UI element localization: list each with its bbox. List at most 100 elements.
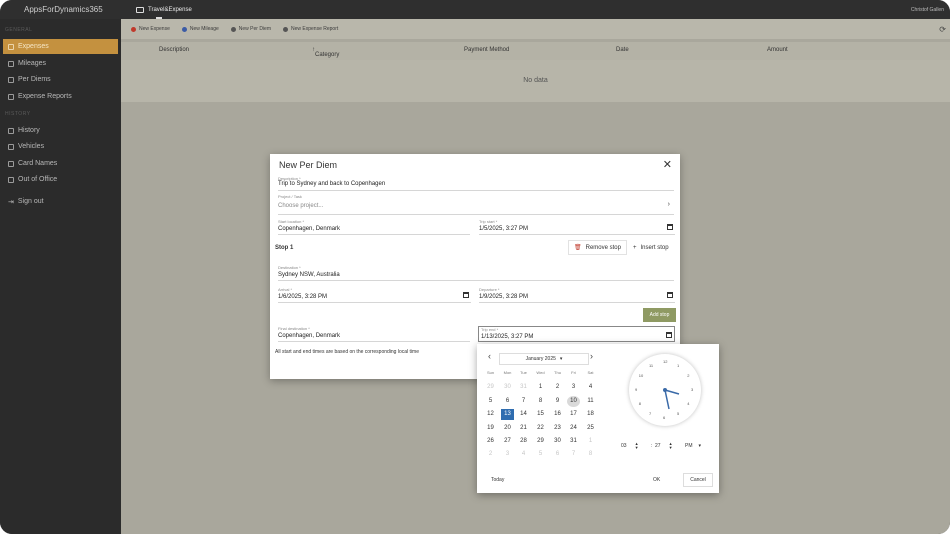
calendar-day[interactable]: 28 <box>517 436 530 447</box>
calendar-day[interactable]: 6 <box>551 449 564 460</box>
calendar-day[interactable]: 2 <box>484 449 497 460</box>
calendar-day[interactable]: 17 <box>567 409 580 420</box>
clock-hour-label[interactable]: 5 <box>677 411 679 416</box>
calendar-day[interactable]: 10 <box>567 396 580 407</box>
calendar-day[interactable]: 18 <box>584 409 597 420</box>
calendar-day[interactable]: 5 <box>484 396 497 407</box>
description-field[interactable]: Description * Trip to Sydney and back to… <box>278 176 674 191</box>
calendar-day[interactable]: 6 <box>501 396 514 407</box>
calendar-day[interactable]: 31 <box>517 382 530 393</box>
calendar-icon[interactable] <box>667 224 673 230</box>
trip-end-field[interactable]: Trip end * 1/13/2025, 3:27 PM <box>478 326 675 342</box>
stepper-arrows-icon[interactable]: ▲ ▼ <box>669 442 673 450</box>
calendar-day[interactable]: 24 <box>567 423 580 434</box>
new-expense-report-button[interactable]: New Expense Report <box>283 26 338 32</box>
clock-hour-label[interactable]: 8 <box>639 401 641 406</box>
cancel-button[interactable]: Cancel <box>683 473 713 487</box>
sidebar-item-history[interactable]: History <box>3 123 118 138</box>
remove-stop-button[interactable]: 🗑 Remove stop <box>568 240 627 255</box>
column-amount[interactable]: Amount <box>767 47 788 53</box>
sidebar-item-mileages[interactable]: Mileages <box>3 56 118 71</box>
calendar-day[interactable]: 29 <box>484 382 497 393</box>
close-icon[interactable]: ✕ <box>663 158 672 171</box>
calendar-day[interactable]: 27 <box>501 436 514 447</box>
sidebar-item-card-names[interactable]: Card Names <box>3 156 118 171</box>
calendar-day[interactable]: 1 <box>584 436 597 447</box>
calendar-day[interactable]: 8 <box>584 449 597 460</box>
calendar-day[interactable]: 3 <box>501 449 514 460</box>
add-stop-button[interactable]: Add stop <box>643 308 676 322</box>
calendar-day[interactable]: 30 <box>501 382 514 393</box>
clock-hour-label[interactable]: 6 <box>663 415 665 420</box>
clock-hour-label[interactable]: 1 <box>677 363 679 368</box>
calendar-day[interactable]: 9 <box>551 396 564 407</box>
hour-stepper[interactable]: 03 ▲ ▼ <box>621 439 639 453</box>
departure-field[interactable]: Departure * 1/9/2025, 3:28 PM <box>479 287 675 303</box>
calendar-day[interactable]: 1 <box>534 382 547 393</box>
calendar-day[interactable]: 11 <box>584 396 597 407</box>
calendar-day[interactable]: 4 <box>517 449 530 460</box>
calendar-day[interactable]: 4 <box>584 382 597 393</box>
column-payment-method[interactable]: Payment Method <box>464 47 509 53</box>
calendar-icon[interactable] <box>667 292 673 298</box>
calendar-day[interactable]: 25 <box>584 423 597 434</box>
calendar-day[interactable]: 26 <box>484 436 497 447</box>
tab-travel-expense[interactable]: Travel&Expense <box>136 4 192 16</box>
sidebar-item-out-of-office[interactable]: Out of Office <box>3 172 118 187</box>
final-destination-field[interactable]: Final destination * Copenhagen, Denmark <box>278 326 470 342</box>
calendar-day[interactable]: 29 <box>534 436 547 447</box>
clock-hour-label[interactable]: 9 <box>635 387 637 392</box>
calendar-day[interactable]: 7 <box>517 396 530 407</box>
month-select[interactable]: January 2025 ▾ <box>499 353 589 365</box>
calendar-day[interactable]: 31 <box>567 436 580 447</box>
calendar-day[interactable]: 20 <box>501 423 514 434</box>
insert-stop-button[interactable]: + Insert stop <box>628 240 674 255</box>
column-category[interactable]: ↑ Category <box>312 47 339 58</box>
column-description[interactable]: Description <box>159 47 189 53</box>
clock-hour-label[interactable]: 3 <box>691 387 693 392</box>
new-expense-button[interactable]: New Expense <box>131 26 170 32</box>
calendar-day[interactable]: 5 <box>534 449 547 460</box>
clock-hour-label[interactable]: 11 <box>649 363 653 368</box>
new-per-diem-button[interactable]: New Per Diem <box>230 26 271 32</box>
ok-button[interactable]: OK <box>653 477 660 483</box>
destination-field[interactable]: Destination * Sydney NSW, Australia <box>278 265 674 281</box>
calendar-day[interactable]: 13 <box>501 409 514 420</box>
calendar-day[interactable]: 3 <box>567 382 580 393</box>
prev-month-icon[interactable]: ‹ <box>488 351 491 361</box>
clock-hour-label[interactable]: 4 <box>687 401 689 406</box>
clock-hour-label[interactable]: 7 <box>649 411 651 416</box>
calendar-day[interactable]: 12 <box>484 409 497 420</box>
calendar-day[interactable]: 16 <box>551 409 564 420</box>
next-month-icon[interactable]: › <box>590 351 593 361</box>
calendar-day[interactable]: 15 <box>534 409 547 420</box>
trip-start-field[interactable]: Trip start * 1/5/2025, 3:27 PM <box>479 219 675 235</box>
new-mileage-button[interactable]: New Mileage <box>181 26 219 32</box>
start-location-field[interactable]: Start location * Copenhagen, Denmark <box>278 219 470 235</box>
project-field[interactable]: Project / Task Choose project... › <box>278 194 674 215</box>
calendar-day[interactable]: 21 <box>517 423 530 434</box>
calendar-day[interactable]: 22 <box>534 423 547 434</box>
arrival-field[interactable]: Arrival * 1/6/2025, 3:28 PM <box>278 287 471 303</box>
minute-stepper[interactable]: 27 ▲ ▼ <box>655 439 673 453</box>
calendar-day[interactable]: 8 <box>534 396 547 407</box>
sidebar-item-expense-reports[interactable]: Expense Reports <box>3 89 118 104</box>
clock-hour-label[interactable]: 10 <box>639 373 643 378</box>
calendar-icon[interactable] <box>666 332 672 338</box>
user-name[interactable]: Christof Gallen <box>911 7 944 13</box>
calendar-day[interactable]: 7 <box>567 449 580 460</box>
today-button[interactable]: Today <box>491 477 504 483</box>
calendar-day[interactable]: 30 <box>551 436 564 447</box>
calendar-day[interactable]: 23 <box>551 423 564 434</box>
clock-hour-label[interactable]: 12 <box>663 359 667 364</box>
refresh-icon[interactable]: ⟳ <box>939 25 946 34</box>
clock-hour-label[interactable]: 2 <box>687 373 689 378</box>
calendar-icon[interactable] <box>463 292 469 298</box>
calendar-day[interactable]: 2 <box>551 382 564 393</box>
sidebar-item-vehicles[interactable]: Vehicles <box>3 139 118 154</box>
ampm-select[interactable]: PM ▾ <box>685 439 701 453</box>
clock-face[interactable]: 12 1 2 3 4 5 6 7 8 9 10 11 <box>629 354 701 426</box>
stepper-arrows-icon[interactable]: ▲ ▼ <box>635 442 639 450</box>
sidebar-item-expenses[interactable]: Expenses <box>3 39 118 54</box>
column-date[interactable]: Date <box>616 47 629 53</box>
